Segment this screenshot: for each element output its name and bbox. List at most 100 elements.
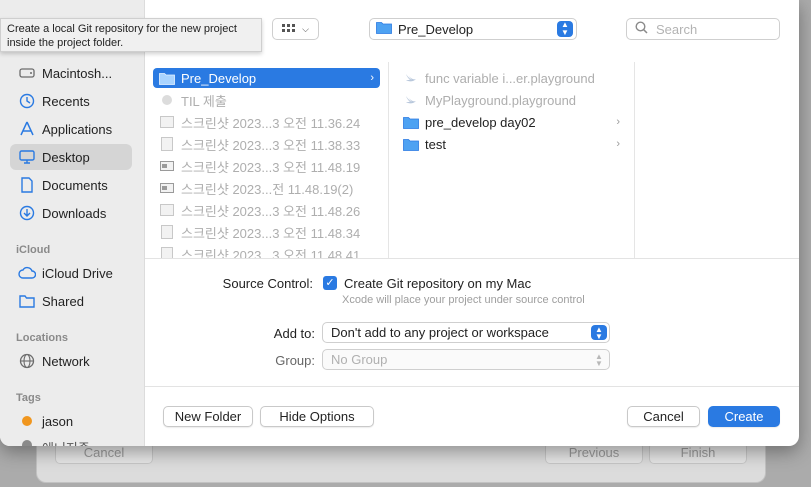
stepper-icon: ▲ ▼ xyxy=(557,21,573,37)
sidebar-item-label: jason xyxy=(42,413,74,429)
checkmark-icon: ✓ xyxy=(325,277,335,289)
sidebar-item-documents[interactable]: Documents xyxy=(10,172,132,198)
sidebar-item-label: iCloud Drive xyxy=(42,265,113,281)
sidebar: Macintosh... Recents Applications Deskto… xyxy=(0,0,145,446)
save-dialog: Macintosh... Recents Applications Deskto… xyxy=(0,0,799,446)
hide-options-button[interactable]: Hide Options xyxy=(260,406,374,427)
sidebar-section-locations: Locations xyxy=(16,332,68,344)
image-file-icon xyxy=(159,225,175,239)
sidebar-item-shared[interactable]: Shared xyxy=(10,288,132,314)
sidebar-item-label: Desktop xyxy=(42,149,90,165)
sidebar-item-macintosh[interactable]: Macintosh... xyxy=(10,60,132,86)
sidebar-item-label: Recents xyxy=(42,93,90,109)
sidebar-item-tag-jason[interactable]: jason xyxy=(10,408,132,434)
git-tooltip: Create a local Git repository for the ne… xyxy=(0,18,262,52)
list-item[interactable]: 스크린샷 2023...3 오전 11.48.34 xyxy=(153,222,380,242)
list-item[interactable]: 스크린샷 2023...3 오전 11.48.19 xyxy=(153,156,380,176)
swift-playground-icon xyxy=(403,93,419,107)
desktop-icon xyxy=(16,150,38,164)
shared-folder-icon xyxy=(16,294,38,308)
folder-icon xyxy=(376,21,392,37)
group-popup[interactable]: No Group ▲ ▼ xyxy=(322,349,610,370)
chevron-right-icon: › xyxy=(616,138,620,150)
git-hint-text: Xcode will place your project under sour… xyxy=(342,294,585,306)
sidebar-item-label: Macintosh... xyxy=(42,65,113,81)
new-folder-button[interactable]: New Folder xyxy=(163,406,253,427)
orange-tag-dot-icon xyxy=(16,416,38,426)
list-item[interactable]: test › xyxy=(397,134,626,154)
sidebar-item-label: Documents xyxy=(42,177,108,193)
folder-icon xyxy=(403,138,419,151)
gray-tag-dot-icon xyxy=(16,434,38,446)
download-icon xyxy=(16,205,38,221)
list-item[interactable]: Pre_Develop › xyxy=(153,68,380,88)
list-item[interactable]: pre_develop day02 › xyxy=(397,112,626,132)
document-icon xyxy=(159,93,175,107)
sidebar-item-tag-2[interactable]: 에너지중 xyxy=(10,434,132,446)
list-item[interactable]: 스크린샷 2023...3 오전 11.36.24 xyxy=(153,112,380,132)
grid-view-icon xyxy=(282,22,296,37)
image-file-icon xyxy=(159,183,175,193)
sidebar-item-label: 에너지중 xyxy=(42,438,90,446)
search-field[interactable] xyxy=(626,18,780,40)
list-item[interactable]: func variable i...er.playground xyxy=(397,68,626,88)
browser-divider xyxy=(145,258,799,259)
sidebar-section-icloud: iCloud xyxy=(16,244,51,256)
cloud-icon xyxy=(16,266,38,280)
column-browser: Pre_Develop › TIL 제출 스크린샷 2023...3 오전 11… xyxy=(145,62,799,258)
stepper-icon: ▲ ▼ xyxy=(591,325,607,340)
folder-icon xyxy=(403,116,419,129)
group-value: No Group xyxy=(331,352,388,367)
search-input[interactable] xyxy=(654,20,768,38)
browser-column-1: Pre_Develop › TIL 제출 스크린샷 2023...3 오전 11… xyxy=(145,62,389,258)
view-mode-button[interactable]: ⌵ xyxy=(272,18,319,40)
add-to-value: Don't add to any project or workspace xyxy=(331,325,549,340)
applications-icon xyxy=(16,121,38,137)
list-item[interactable]: 스크린샷 2023...3 오전 11.48.41 xyxy=(153,244,380,258)
image-file-icon xyxy=(159,116,175,128)
sidebar-item-label: Network xyxy=(42,353,90,369)
list-item[interactable]: 스크린샷 2023...전 11.48.19(2) xyxy=(153,178,380,198)
image-file-icon xyxy=(159,161,175,171)
browser-column-2: func variable i...er.playground MyPlaygr… xyxy=(389,62,635,258)
git-checkbox[interactable]: ✓ xyxy=(323,276,337,290)
list-item[interactable]: 스크린샷 2023...3 오전 11.48.26 xyxy=(153,200,380,220)
cancel-button[interactable]: Cancel xyxy=(627,406,700,427)
folder-icon xyxy=(159,72,175,85)
image-file-icon xyxy=(159,247,175,258)
globe-icon xyxy=(16,353,38,369)
git-checkbox-label[interactable]: Create Git repository on my Mac xyxy=(344,276,531,291)
chevron-right-icon: › xyxy=(616,116,620,128)
image-file-icon xyxy=(159,137,175,151)
chevron-down-icon: ⌵ xyxy=(302,23,309,34)
create-button[interactable]: Create xyxy=(708,406,780,427)
image-file-icon xyxy=(159,204,175,216)
sidebar-item-icloud-drive[interactable]: iCloud Drive xyxy=(10,260,132,286)
location-label: Pre_Develop xyxy=(398,21,474,37)
list-item[interactable]: TIL 제출 xyxy=(153,90,380,110)
list-item[interactable]: 스크린샷 2023...3 오전 11.38.33 xyxy=(153,134,380,154)
search-icon xyxy=(635,21,648,37)
sidebar-item-label: Shared xyxy=(42,293,84,309)
clock-icon xyxy=(16,93,38,109)
sidebar-item-downloads[interactable]: Downloads xyxy=(10,200,132,226)
add-to-label: Add to: xyxy=(273,326,315,341)
add-to-popup[interactable]: Don't add to any project or workspace ▲ ▼ xyxy=(322,322,610,343)
location-popup[interactable]: Pre_Develop ▲ ▼ xyxy=(369,18,577,40)
sidebar-item-label: Downloads xyxy=(42,205,107,221)
document-icon xyxy=(16,177,38,193)
swift-playground-icon xyxy=(403,71,419,85)
footer-divider xyxy=(145,386,799,387)
source-control-label: Source Control: xyxy=(222,276,313,291)
chevron-right-icon: › xyxy=(370,72,374,84)
sidebar-item-applications[interactable]: Applications xyxy=(10,116,132,142)
sidebar-item-desktop[interactable]: Desktop xyxy=(10,144,132,170)
sidebar-section-tags: Tags xyxy=(16,392,41,404)
sidebar-item-label: Applications xyxy=(42,121,113,137)
list-item[interactable]: MyPlayground.playground xyxy=(397,90,626,110)
group-label: Group: xyxy=(275,353,315,368)
stepper-icon: ▲ ▼ xyxy=(595,351,603,368)
sidebar-item-recents[interactable]: Recents xyxy=(10,88,132,114)
sidebar-item-network[interactable]: Network xyxy=(10,348,132,374)
disk-icon xyxy=(16,66,38,80)
